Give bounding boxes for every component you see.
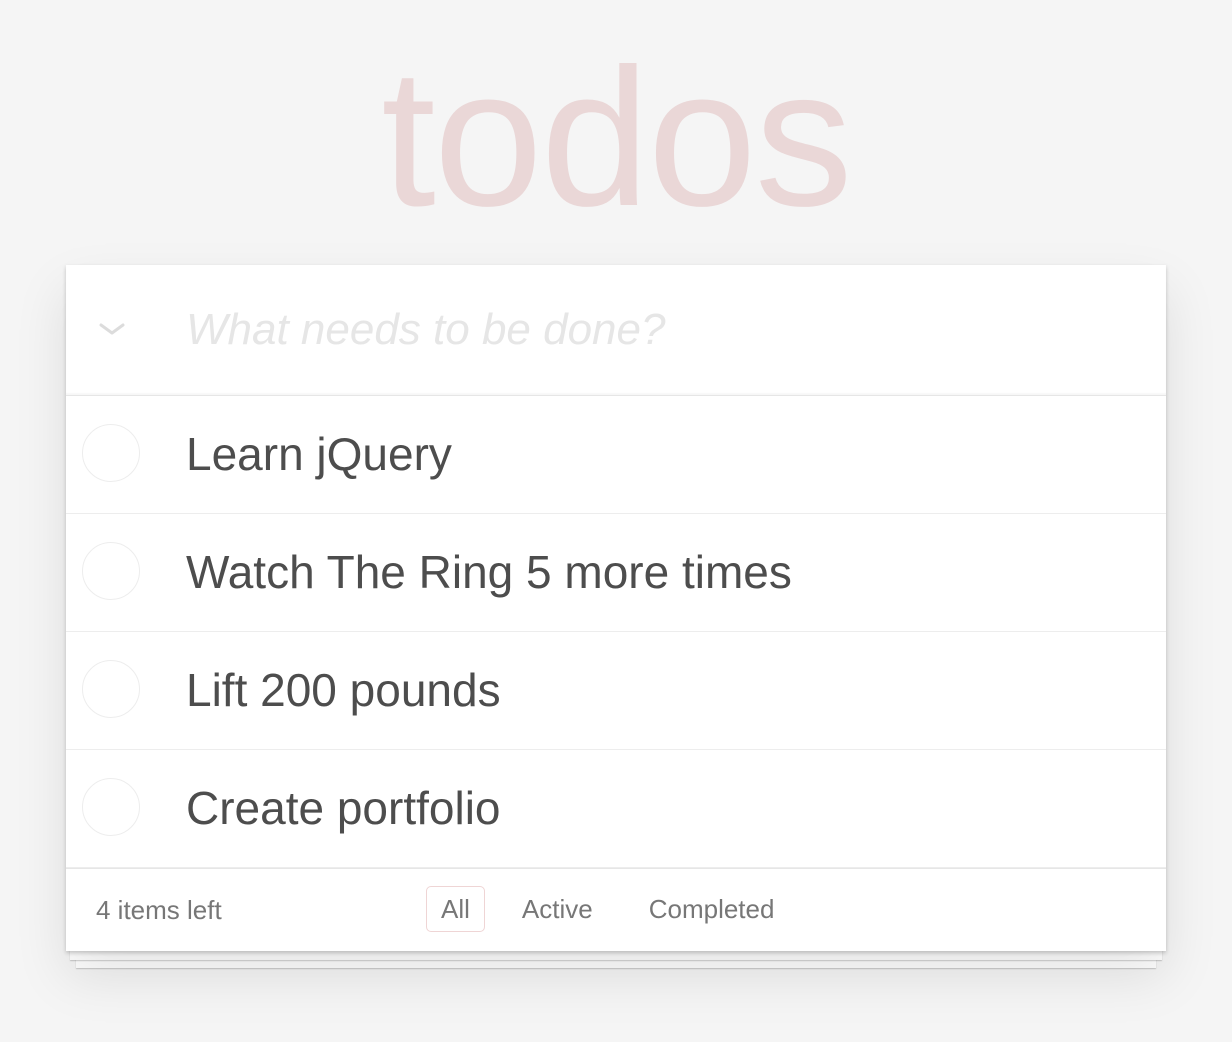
- filter-completed[interactable]: Completed: [634, 886, 790, 932]
- todo-label[interactable]: Create portfolio: [186, 783, 501, 833]
- todo-item: Lift 200 pounds: [66, 632, 1166, 750]
- todo-label[interactable]: Lift 200 pounds: [186, 665, 501, 715]
- todo-footer: 4 items left All Active Completed: [66, 868, 1166, 951]
- chevron-down-icon: [99, 323, 125, 335]
- circle-checkbox-icon[interactable]: [82, 660, 140, 718]
- todo-item: Learn jQuery: [66, 396, 1166, 514]
- todo-item: Create portfolio: [66, 750, 1166, 868]
- filter-all[interactable]: All: [426, 886, 485, 932]
- circle-checkbox-icon[interactable]: [82, 778, 140, 836]
- items-left-count: 4 items left: [96, 895, 222, 925]
- todo-list: Learn jQuery Watch The Ring 5 more times…: [66, 396, 1166, 868]
- todo-label[interactable]: Watch The Ring 5 more times: [186, 547, 792, 597]
- todo-panel: Learn jQuery Watch The Ring 5 more times…: [66, 265, 1166, 951]
- toggle-all-button[interactable]: [88, 305, 136, 353]
- new-todo-row: [66, 265, 1166, 396]
- new-todo-input[interactable]: [186, 295, 1126, 365]
- app-title: todos: [381, 28, 852, 247]
- filter-active[interactable]: Active: [507, 886, 608, 932]
- circle-checkbox-icon[interactable]: [82, 542, 140, 600]
- circle-checkbox-icon[interactable]: [82, 424, 140, 482]
- panel-stack-shadow-1: [70, 950, 1162, 960]
- filter-bar: All Active Completed: [426, 886, 799, 932]
- todo-label[interactable]: Learn jQuery: [186, 429, 452, 479]
- todo-item: Watch The Ring 5 more times: [66, 514, 1166, 632]
